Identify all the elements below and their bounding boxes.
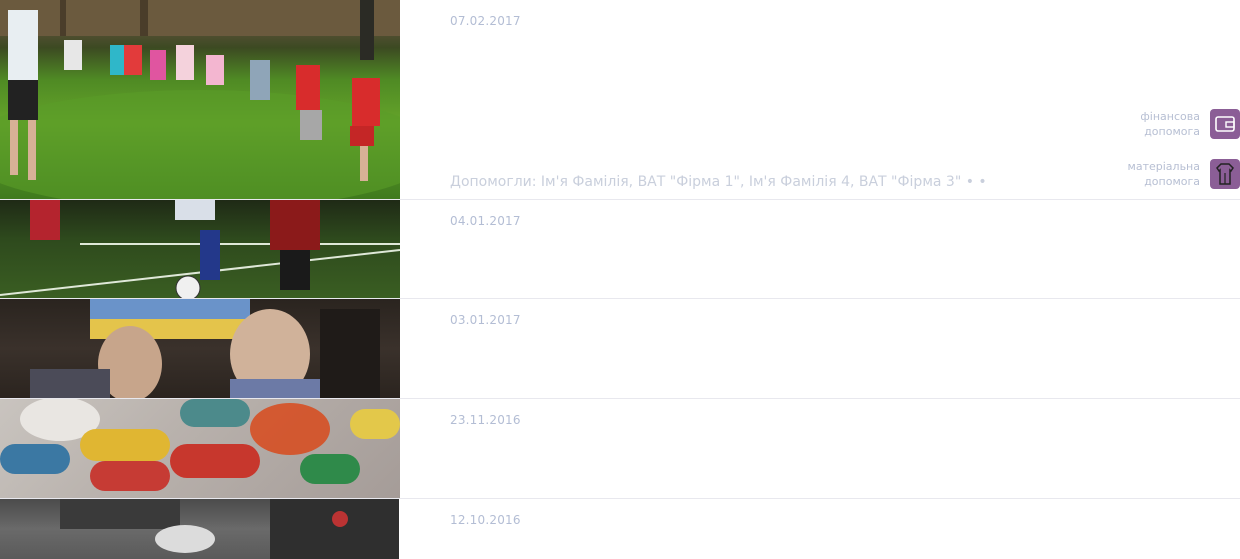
post-date: 23.11.2016 <box>450 413 521 427</box>
aid-label: фінансова допомога <box>1110 109 1200 139</box>
kids-running-illustration <box>0 0 400 199</box>
post-row[interactable]: 03.01.2017 <box>0 299 1240 399</box>
pills-illustration <box>0 399 400 491</box>
post-date: 03.01.2017 <box>450 313 521 327</box>
clothes-icon[interactable] <box>1210 159 1240 189</box>
post-date: 12.10.2016 <box>450 513 521 527</box>
wallet-icon[interactable] <box>1210 109 1240 139</box>
aid-label-line: фінансова <box>1140 110 1200 123</box>
aid-material[interactable]: матеріальна допомога <box>1110 159 1240 189</box>
post-thumbnail-kids-running[interactable] <box>0 0 400 199</box>
aid-label-line: допомога <box>1144 125 1200 138</box>
football-illustration <box>0 200 400 298</box>
aid-label-line: допомога <box>1144 175 1200 188</box>
post-date: 07.02.2017 <box>450 14 521 28</box>
post-thumbnail-kids-flag[interactable] <box>0 299 400 398</box>
workers-illustration <box>60 499 399 559</box>
post-row[interactable]: 04.01.2017 <box>0 200 1240 299</box>
aid-financial[interactable]: фінансова допомога <box>1110 109 1240 139</box>
post-thumbnail-football[interactable] <box>0 200 400 298</box>
aid-label-line: матеріальна <box>1127 160 1200 173</box>
helpers-text: Допомогли: Ім'я Фамілія, ВАТ "Фірма 1", … <box>450 174 987 190</box>
post-thumbnail-pills[interactable] <box>0 399 400 498</box>
post-row[interactable]: 12.10.2016 <box>0 499 1240 559</box>
post-thumbnail-workers[interactable] <box>0 499 399 559</box>
post-row[interactable]: 07.02.2017 Допомогли: Ім'я Фамілія, ВАТ … <box>0 0 1240 200</box>
post-row[interactable]: 23.11.2016 <box>0 399 1240 499</box>
post-date: 04.01.2017 <box>450 214 521 228</box>
kids-flag-illustration <box>30 299 380 398</box>
aid-label: матеріальна допомога <box>1110 159 1200 189</box>
